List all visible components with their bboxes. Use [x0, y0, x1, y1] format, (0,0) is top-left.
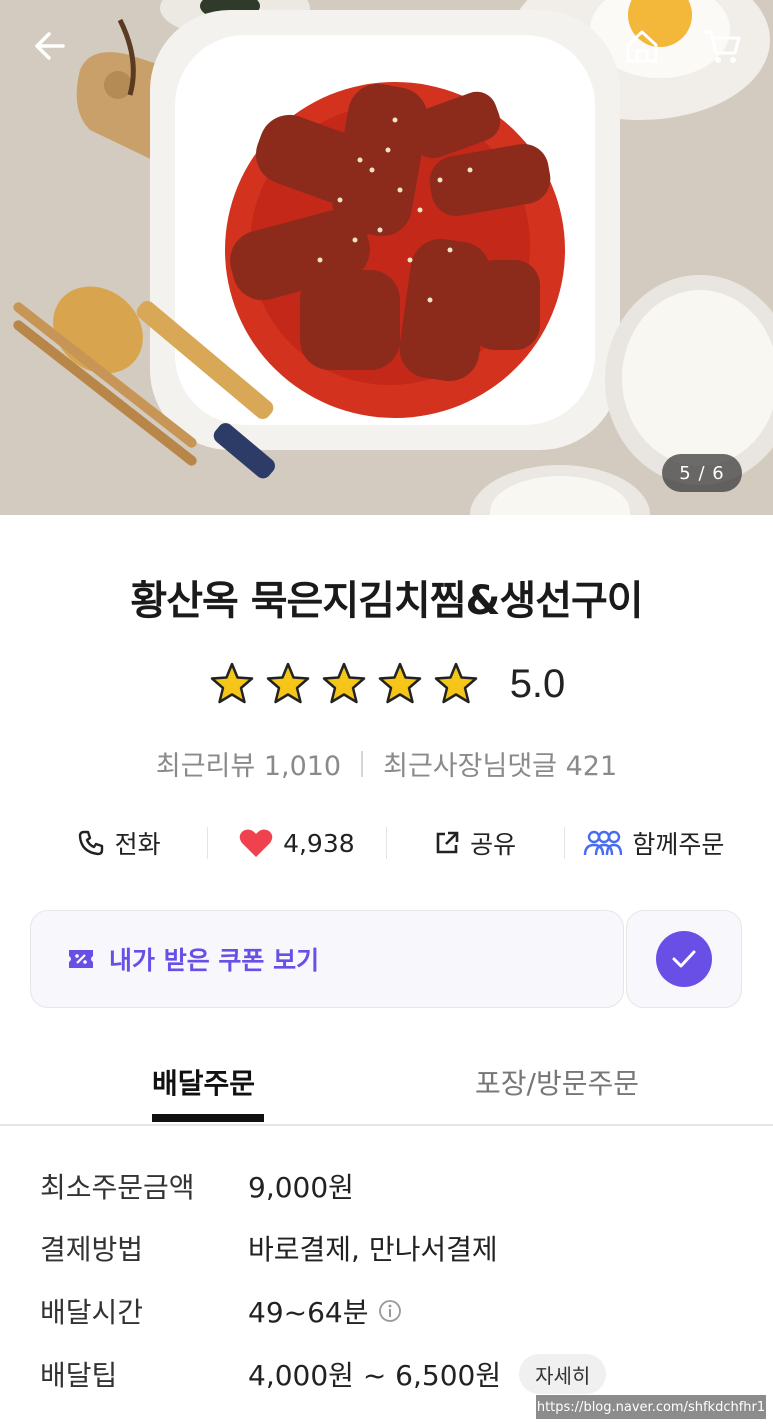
star-icon: [266, 662, 309, 704]
phone-icon: [78, 830, 103, 856]
share-icon: [436, 831, 459, 854]
group-order-label: 함께주문: [632, 830, 725, 859]
review-counts: 최근리뷰 1,010 최근사장님댓글 421: [0, 744, 773, 783]
delivery-tip-label: 배달팁: [40, 1359, 118, 1392]
home-button[interactable]: [618, 22, 666, 70]
coupon-check-button[interactable]: [626, 910, 742, 1008]
coupon-button[interactable]: 내가 받은 쿠폰 보기: [30, 910, 624, 1008]
cart-button[interactable]: [698, 22, 746, 70]
order-type-tabs: 배달주문 포장/방문주문: [0, 1052, 773, 1126]
store-name: 황산옥 묵은지김치찜&생선구이: [130, 578, 643, 624]
star-icon: [210, 662, 253, 704]
coupon-label: 내가 받은 쿠폰 보기: [109, 946, 320, 975]
active-tab-indicator: [152, 1114, 264, 1122]
tab-pickup[interactable]: 포장/방문주문: [475, 1062, 639, 1102]
cart-icon: [703, 30, 741, 63]
hero-image[interactable]: 5 / 6: [0, 0, 773, 515]
delivery-time-value: 49~64분: [248, 1296, 369, 1329]
call-label: 전화: [114, 830, 161, 859]
like-button[interactable]: 4,938: [208, 816, 385, 870]
tip-detail-button[interactable]: 자세히: [519, 1354, 607, 1394]
share-label: 공유: [470, 830, 517, 859]
back-button[interactable]: [26, 22, 74, 70]
star-icon: [434, 662, 477, 704]
check-circle: [656, 931, 712, 987]
group-order-button[interactable]: 함께주문: [565, 816, 742, 870]
delivery-tip-value-wrap: 4,000원 ~ 6,500원 자세히: [248, 1354, 607, 1394]
info-icon[interactable]: [378, 1299, 402, 1323]
star-icon: [378, 662, 421, 704]
divider: [361, 750, 364, 777]
heart-icon: [239, 829, 273, 857]
min-order-value: 9,000원: [248, 1171, 354, 1204]
delivery-time-label: 배달시간: [40, 1296, 144, 1329]
delivery-time-value-wrap: 49~64분: [248, 1291, 402, 1331]
recent-reviews-link[interactable]: 최근리뷰 1,010: [156, 744, 341, 783]
check-icon: [672, 950, 696, 968]
food-photo: [0, 0, 773, 515]
payment-label: 결제방법: [40, 1233, 144, 1266]
watermark: https://blog.naver.com/shfkdchfhr1: [536, 1395, 766, 1419]
arrow-left-icon: [35, 32, 65, 60]
delivery-tip-value: 4,000원 ~ 6,500원: [248, 1359, 502, 1392]
action-bar: 전화 4,938 공유 함께주문: [30, 816, 742, 870]
coupon-icon: [69, 950, 93, 968]
rating-value: 5.0: [509, 661, 566, 706]
image-counter: 5 / 6: [662, 454, 742, 492]
like-count: 4,938: [283, 828, 355, 858]
share-button[interactable]: 공유: [387, 816, 564, 870]
payment-value: 바로결제, 만나서결제: [248, 1233, 498, 1266]
home-icon: [626, 30, 658, 63]
star-icon: [322, 662, 365, 704]
owner-comments-link[interactable]: 최근사장님댓글 421: [383, 744, 617, 783]
tab-delivery[interactable]: 배달주문: [152, 1062, 255, 1102]
rating-row: 5.0: [0, 660, 773, 708]
min-order-label: 최소주문금액: [40, 1171, 195, 1204]
group-icon: [584, 830, 623, 856]
call-button[interactable]: 전화: [30, 816, 207, 870]
